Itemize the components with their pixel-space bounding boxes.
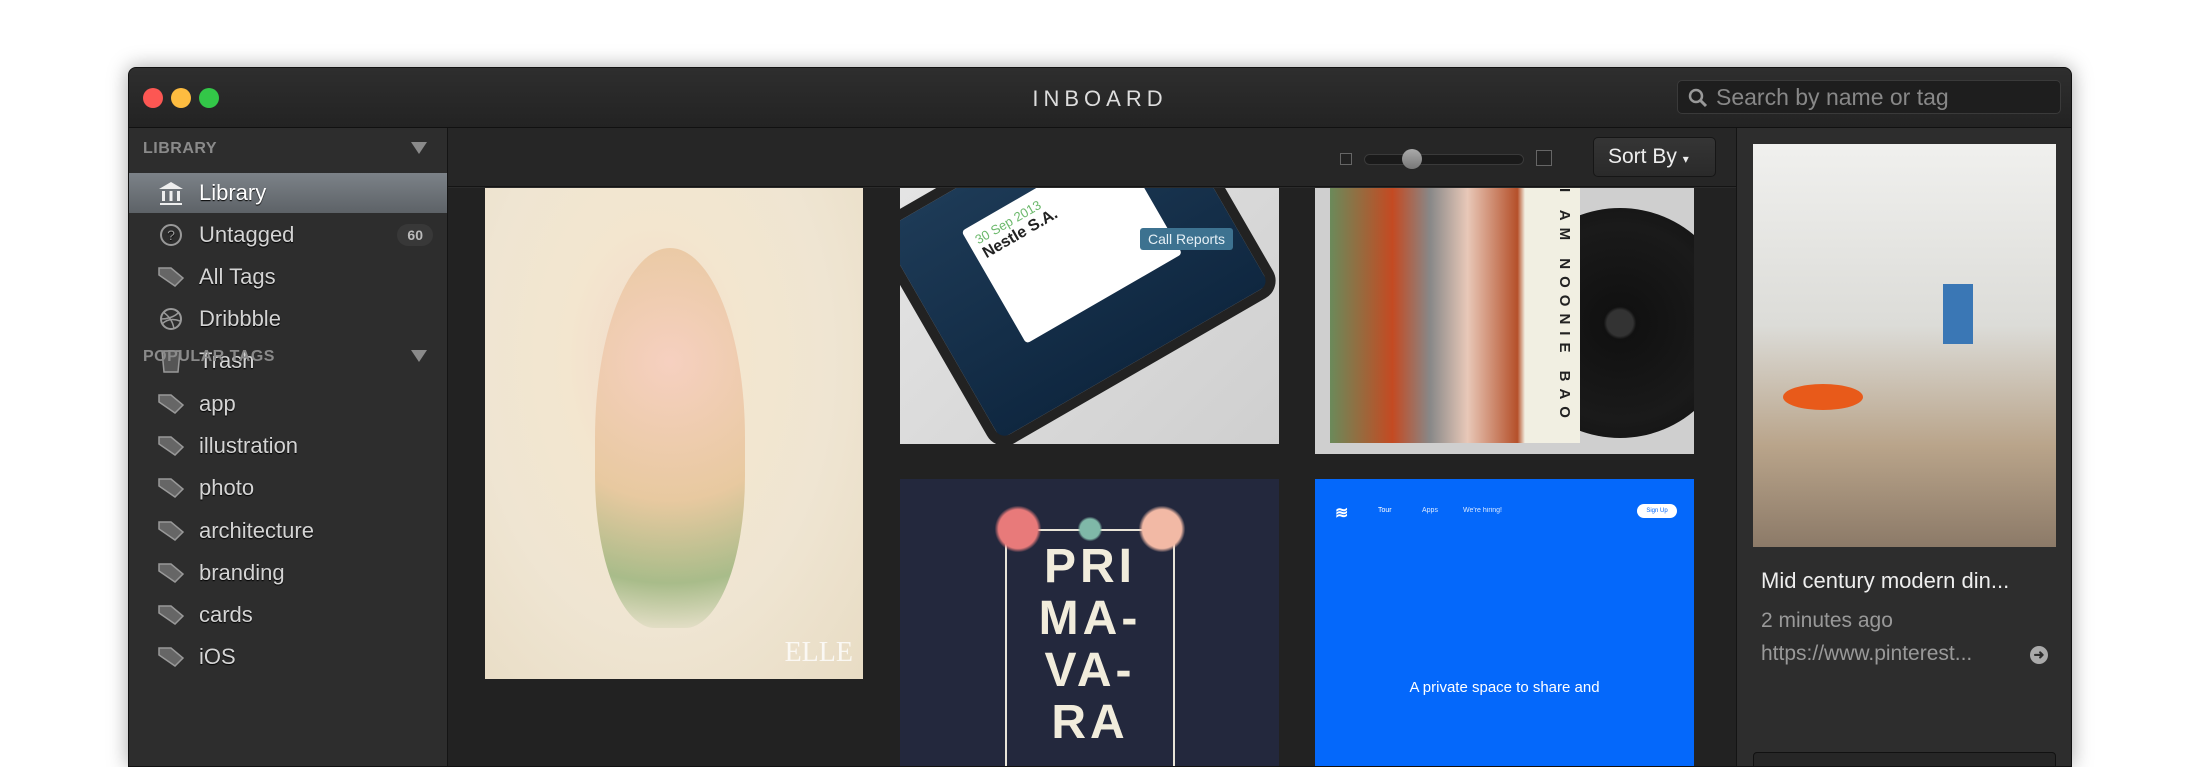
sidebar-item-label: cards [199,602,253,627]
thumbnail-size-slider[interactable] [1364,149,1524,169]
poster-text: PRI MA- VA- RA [1005,529,1175,766]
poster-line: VA- [1044,644,1136,697]
website-logo-icon: ≋ [1335,505,1349,522]
image-artwork [1943,284,1973,344]
detail-notes-field[interactable] [1753,752,2056,766]
svg-text:?: ? [167,227,175,243]
sidebar-item-label: All Tags [199,264,276,289]
sidebar-item-label: Dribbble [199,306,281,331]
detail-url[interactable]: https://www.pinterest... [1761,642,2021,666]
chevron-down-icon: ▾ [1682,152,1689,166]
card-album[interactable]: I AM NOONIE BAO [1315,188,1694,454]
untagged-count-badge: 60 [397,224,433,246]
sort-by-button[interactable]: Sort By ▾ [1593,137,1716,177]
sidebar-tag-cards[interactable]: cards [129,595,447,635]
website-nav-item: We're hiring! [1463,507,1502,514]
toolbar: Sort By ▾ [448,128,1736,187]
app-window: INBOARD Search by name or tag LIBRARY Li… [128,67,2072,767]
search-icon [1688,88,1708,108]
phone-mockup: 30 Sep 2013 Nestle S.A. [900,188,1279,444]
sidebar-tag-app[interactable]: app [129,384,447,424]
website-nav-item: Apps [1422,507,1438,514]
card-app[interactable]: 30 Sep 2013 Nestle S.A. Call Reports [900,188,1279,444]
tag-icon [158,436,185,457]
sidebar-tag-photo[interactable]: photo [129,468,447,508]
tag-icon [158,563,185,583]
app-screen: 30 Sep 2013 Nestle S.A. [961,188,1183,344]
sidebar-item-label: Untagged [199,222,295,247]
website-headline: A private space to share and [1409,679,1600,696]
image-chair [1783,384,1863,410]
search-placeholder: Search by name or tag [1716,84,1949,110]
detail-panel: Mid century modern din... 2 minutes ago … [1736,128,2071,766]
sidebar-item-label: photo [199,475,255,501]
sidebar-tag-architecture[interactable]: architecture [129,511,447,551]
detail-image[interactable] [1753,144,2056,547]
question-icon: ? [160,224,182,246]
sidebar-item-label: Library [199,180,267,205]
card-photo[interactable]: ELLE [485,188,863,679]
collapse-tags-icon[interactable] [411,350,427,362]
website-signup-button: Sign Up [1637,504,1677,518]
popular-tags-label: POPULAR TAGS [143,348,275,365]
sidebar-item-dribbble[interactable]: Dribbble [129,299,447,339]
sidebar-item-label: branding [199,559,285,585]
collapse-library-icon[interactable] [411,142,427,154]
detail-time: 2 minutes ago [1761,609,1893,632]
small-thumbnail-icon[interactable] [1340,153,1352,165]
bank-icon [159,182,183,205]
sort-by-label: Sort By [1608,145,1677,168]
sidebar-item-label: app [199,391,236,416]
sidebar: LIBRARY Library ? Untagged 60 All Tags D… [129,128,448,766]
sidebar-item-label: illustration [199,433,299,459]
app-header: Call Reports [1140,228,1234,250]
poster-line: MA- [1038,592,1142,645]
detail-title: Mid century modern din... [1761,568,2010,593]
sidebar-tag-ios[interactable]: iOS [129,637,447,677]
sidebar-item-library[interactable]: Library [129,173,447,213]
sidebar-item-label: architecture [199,517,314,543]
tag-icon [158,394,185,414]
slider-knob[interactable] [1402,149,1422,169]
sidebar-tag-illustration[interactable]: illustration [129,426,447,466]
card-caption: ELLE [784,637,853,668]
popular-tags-header: POPULAR TAGS [143,348,275,366]
tag-icon [158,267,185,287]
sidebar-item-all-tags[interactable]: All Tags [129,257,447,297]
search-input[interactable]: Search by name or tag [1677,80,2061,114]
large-thumbnail-icon[interactable] [1536,150,1552,166]
card-poster[interactable]: PRI MA- VA- RA [900,479,1279,766]
open-link-arrow-icon[interactable]: ➜ [2030,646,2048,664]
album-title: I AM NOONIE BAO [1556,188,1573,425]
card-website[interactable]: ≋ Tour Apps We're hiring! Sign Up A priv… [1315,479,1694,766]
title-bar: INBOARD Search by name or tag [129,68,2071,128]
sidebar-item-untagged[interactable]: ? Untagged 60 [129,215,447,255]
tag-icon [158,605,185,625]
website-nav-item: Tour [1378,507,1392,514]
tag-icon [158,647,185,668]
tag-icon [158,478,185,499]
poster-line: RA [1051,696,1129,749]
library-section-header: LIBRARY [143,140,218,157]
dribbble-icon [160,308,182,330]
tag-icon [158,520,185,541]
photo-subject [595,248,745,628]
poster-flowers [970,499,1210,559]
sidebar-tag-branding[interactable]: branding [129,553,447,593]
image-grid: ELLE 30 Sep 2013 Nestle S.A. Call Report… [448,188,1736,766]
sidebar-item-label: iOS [199,644,236,670]
